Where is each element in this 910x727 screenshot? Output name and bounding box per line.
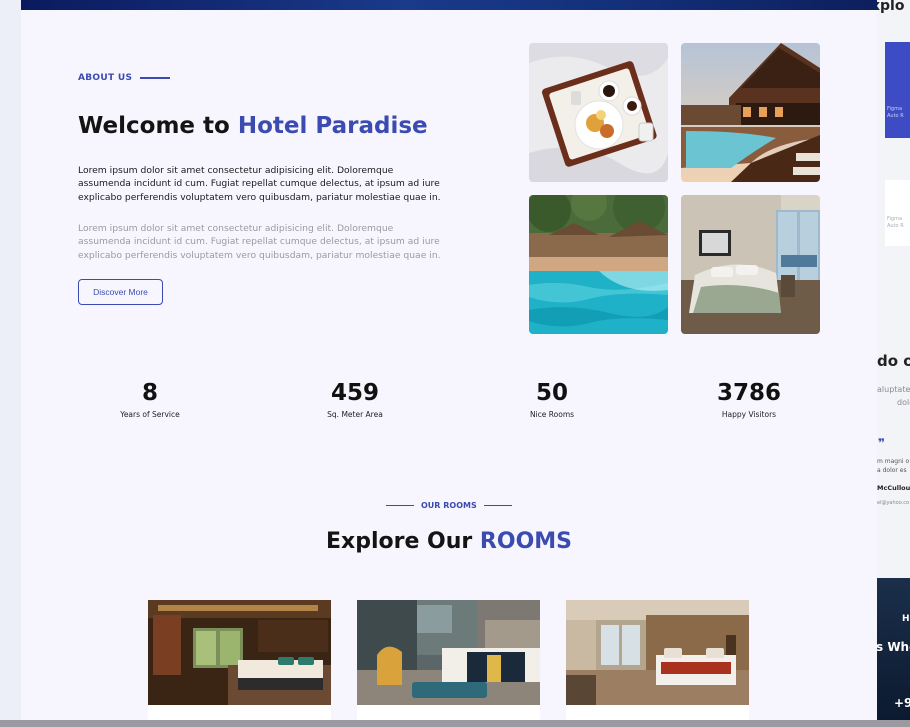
eyebrow-divider: [140, 77, 171, 79]
about-paragraph-1: Lorem ipsum dolor sit amet consectetur a…: [78, 165, 441, 203]
stat-nice-rooms: 50 Nice Rooms: [482, 379, 622, 419]
breakfast-tray-image: [529, 43, 668, 182]
room-card[interactable]: [357, 600, 540, 720]
garden-pool-image: [529, 195, 668, 334]
discover-more-button[interactable]: Discover More: [78, 279, 163, 305]
about-eyebrow-label: ABOUT US: [78, 73, 133, 83]
about-eyebrow: ABOUT US: [78, 73, 171, 83]
window-bottom-bar: [0, 720, 910, 727]
adjacent-heading-fragment: xplo: [877, 0, 905, 14]
adjacent-paragraph: dolo: [897, 398, 910, 407]
eyebrow-divider: [483, 504, 512, 507]
about-page: ABOUT US Welcome to Hotel Paradise Lorem…: [21, 0, 877, 720]
stat-value: 459: [330, 380, 379, 406]
stat-label: Years of Service: [120, 410, 180, 419]
rooms-heading: Explore Our ROOMS: [21, 529, 877, 554]
review-text: m magni o: [877, 458, 910, 465]
card-text: Auto R: [887, 223, 904, 229]
room-image-dark-suite: [148, 600, 331, 705]
hero-banner-bottom: [21, 0, 877, 10]
room-card[interactable]: [148, 600, 331, 720]
stat-label: Nice Rooms: [529, 410, 575, 419]
welcome-heading-prefix: Welcome to: [78, 113, 230, 139]
stat-value: 3786: [716, 380, 781, 406]
stat-label: Happy Visitors: [721, 410, 777, 419]
reviewer-email: el@yahoo.co: [877, 500, 910, 506]
stat-happy-visitors: 3786 Happy Visitors: [679, 379, 819, 419]
adjacent-paragraph: aluptate: [877, 385, 910, 394]
bedroom-image: [681, 195, 820, 334]
welcome-heading-accent: Hotel Paradise: [237, 113, 428, 139]
resort-pool-image: [681, 43, 820, 182]
adjacent-feature-card: Figma Auto R: [885, 42, 910, 138]
card-text: Auto R: [887, 113, 904, 119]
eyebrow-divider: [386, 504, 414, 507]
stat-years-of-service: 8 Years of Service: [80, 379, 220, 419]
adjacent-section-heading: do o: [877, 352, 910, 370]
reviewer-name: McCullou: [877, 484, 910, 492]
card-text: Figma: [887, 216, 903, 222]
card-text: Figma: [887, 106, 903, 112]
stat-sq-meter-area: 459 Sq. Meter Area: [285, 379, 425, 419]
rooms-heading-accent: ROOMS: [479, 529, 573, 554]
room-image-classic-room: [566, 600, 749, 705]
stat-label: Sq. Meter Area: [327, 410, 383, 419]
left-window-edge: [0, 0, 21, 720]
rooms-eyebrow-label: OUR ROOMS: [421, 501, 477, 510]
adjacent-page-panel: xplo Figma Auto R Figma Auto R do o alup…: [877, 0, 910, 720]
footer-text: H: [902, 614, 910, 624]
rooms-eyebrow: OUR ROOMS: [386, 501, 512, 510]
room-card[interactable]: [566, 600, 749, 720]
quote-icon: ❞: [878, 436, 886, 450]
footer-phone: +9: [894, 696, 910, 710]
adjacent-footer-banner: H s Whe +9: [877, 578, 910, 720]
rooms-heading-prefix: Explore Our: [325, 529, 473, 554]
stat-value: 50: [535, 380, 568, 406]
stat-value: 8: [141, 380, 158, 406]
footer-text: s Whe: [877, 640, 910, 654]
about-paragraph-2: Lorem ipsum dolor sit amet consectetur a…: [78, 223, 441, 261]
room-image-modern-suite: [357, 600, 540, 705]
welcome-heading: Welcome to Hotel Paradise: [78, 113, 428, 139]
adjacent-feature-card: Figma Auto R: [885, 180, 910, 246]
review-text: a dolor es: [877, 467, 907, 474]
